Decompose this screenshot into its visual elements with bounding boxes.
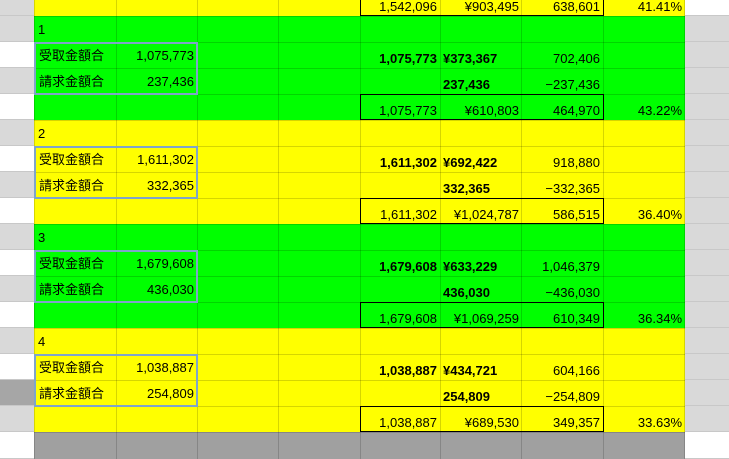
cell-total-amount[interactable]: ¥903,495 [441, 0, 519, 19]
empty-cell[interactable] [685, 354, 729, 380]
bill-label[interactable]: 請求金額合 [39, 381, 104, 406]
row-header[interactable] [0, 354, 34, 380]
cell-subtotal-receive[interactable]: 1,611,302 [361, 202, 437, 227]
cell-subtotal-receive[interactable]: 1,038,887 [361, 410, 437, 435]
empty-cell[interactable] [685, 406, 729, 432]
bill-label[interactable]: 請求金額合 [39, 277, 104, 302]
cell-subtotal-percent[interactable]: 33.63% [604, 410, 682, 435]
empty-cell[interactable] [685, 276, 729, 302]
row-header[interactable] [0, 328, 34, 354]
row-header[interactable] [0, 198, 34, 224]
receive-label[interactable]: 受取金額合 [39, 355, 104, 380]
bill-value[interactable]: 436,030 [117, 277, 194, 302]
row-header[interactable] [0, 224, 34, 250]
bill-label[interactable]: 請求金額合 [39, 173, 104, 198]
bill-value[interactable]: 237,436 [117, 69, 194, 94]
row-header[interactable] [0, 380, 34, 406]
empty-cell[interactable] [685, 302, 729, 328]
border-line [360, 406, 604, 407]
receive-label[interactable]: 受取金額合 [39, 43, 104, 68]
cell-subtotal-percent[interactable]: 36.34% [604, 306, 682, 331]
cell-amount[interactable]: ¥692,422 [443, 150, 497, 175]
empty-cell[interactable] [685, 198, 729, 224]
border-line [360, 15, 604, 16]
empty-cell[interactable] [685, 224, 729, 250]
empty-cell[interactable] [685, 146, 729, 172]
empty-cell[interactable] [685, 0, 729, 16]
row-header[interactable] [0, 68, 34, 94]
receive-label[interactable]: 受取金額合 [39, 251, 104, 276]
row-header[interactable] [0, 432, 34, 459]
border-line [360, 198, 604, 199]
empty-cell[interactable] [685, 380, 729, 406]
row-header[interactable] [0, 172, 34, 198]
bill-value[interactable]: 254,809 [117, 381, 194, 406]
cell-total-diff[interactable]: 638,601 [522, 0, 600, 19]
row-header[interactable] [0, 146, 34, 172]
cell-subtotal-amount[interactable]: ¥1,024,787 [441, 202, 519, 227]
bill-value[interactable]: 332,365 [117, 173, 194, 198]
receive-value[interactable]: 1,611,302 [117, 147, 194, 172]
row-header[interactable] [0, 276, 34, 302]
cell-amount[interactable]: ¥373,367 [443, 46, 497, 71]
empty-cell[interactable] [685, 120, 729, 146]
empty-cell[interactable] [685, 328, 729, 354]
cell-subtotal-percent[interactable]: 43.22% [604, 98, 682, 123]
cell-amount[interactable]: ¥434,721 [443, 358, 497, 383]
border-line [603, 0, 604, 16]
cell-receive[interactable]: 1,038,887 [361, 358, 437, 383]
cell-subtotal-diff[interactable]: 610,349 [522, 306, 600, 331]
cell-receive[interactable]: 1,611,302 [361, 150, 437, 175]
empty-cell[interactable] [685, 68, 729, 94]
group-id[interactable]: 3 [38, 225, 45, 250]
row-header[interactable] [0, 0, 34, 16]
cell-diff[interactable]: 918,880 [522, 150, 600, 175]
group-id[interactable]: 2 [38, 121, 45, 146]
empty-cell[interactable] [685, 250, 729, 276]
empty-cell[interactable] [685, 172, 729, 198]
receive-value[interactable]: 1,038,887 [117, 355, 194, 380]
cell-total-receive[interactable]: 1,542,096 [361, 0, 437, 19]
border-line [360, 302, 604, 303]
row-header[interactable] [0, 120, 34, 146]
receive-value[interactable]: 1,075,773 [117, 43, 194, 68]
cell-subtotal-amount[interactable]: ¥1,069,259 [441, 306, 519, 331]
empty-cell[interactable] [685, 432, 729, 459]
cell-receive[interactable]: 1,679,608 [361, 254, 437, 279]
cell-total-percent[interactable]: 41.41% [604, 0, 682, 19]
row-header[interactable] [0, 42, 34, 68]
receive-value[interactable]: 1,679,608 [117, 251, 194, 276]
empty-cell[interactable] [685, 94, 729, 120]
cell-subtotal-diff[interactable]: 464,970 [522, 98, 600, 123]
border-line [360, 94, 604, 95]
cell-receive[interactable]: 1,075,773 [361, 46, 437, 71]
spreadsheet-grid[interactable]: 1,542,096 ¥903,495 638,601 41.41% 1 受取金額… [0, 0, 729, 459]
cell-amount[interactable]: ¥633,229 [443, 254, 497, 279]
bill-label[interactable]: 請求金額合 [39, 69, 104, 94]
cell-subtotal-receive[interactable]: 1,075,773 [361, 98, 437, 123]
row-header[interactable] [0, 406, 34, 432]
empty-cell[interactable] [685, 42, 729, 68]
cell-diff[interactable]: 604,166 [522, 358, 600, 383]
cell-subtotal-amount[interactable]: ¥689,530 [441, 410, 519, 435]
group-id[interactable]: 4 [38, 329, 45, 354]
border-line [360, 0, 361, 16]
cell-diff[interactable]: 1,046,379 [522, 254, 600, 279]
cell-subtotal-amount[interactable]: ¥610,803 [441, 98, 519, 123]
row-header[interactable] [0, 302, 34, 328]
empty-cell[interactable] [685, 16, 729, 42]
cell-subtotal-percent[interactable]: 36.40% [604, 202, 682, 227]
group-id[interactable]: 1 [38, 17, 45, 42]
row-header[interactable] [0, 250, 34, 276]
cell-subtotal-diff[interactable]: 349,357 [522, 410, 600, 435]
receive-label[interactable]: 受取金額合 [39, 147, 104, 172]
cell-diff[interactable]: 702,406 [522, 46, 600, 71]
row-header[interactable] [0, 94, 34, 120]
row-header[interactable] [0, 16, 34, 42]
cell-subtotal-receive[interactable]: 1,679,608 [361, 306, 437, 331]
cell-subtotal-diff[interactable]: 586,515 [522, 202, 600, 227]
